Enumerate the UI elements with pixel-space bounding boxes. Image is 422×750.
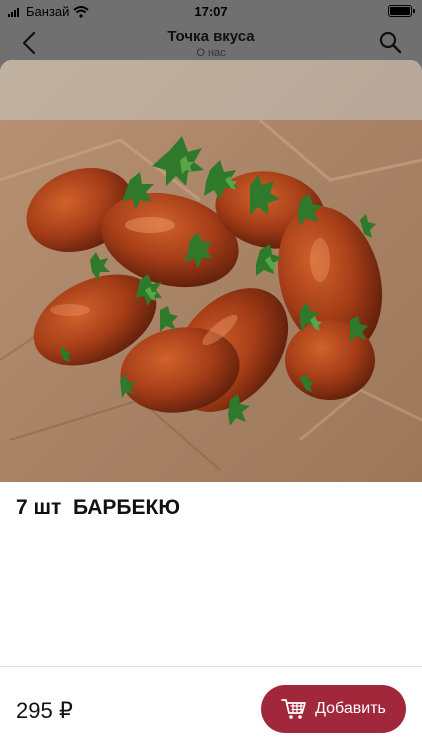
product-sheet: 7 шт БАРБЕКЮ 295 ₽ Добавить: [0, 60, 422, 750]
cart-icon: [281, 699, 307, 719]
add-button-label: Добавить: [315, 700, 386, 717]
product-name: 7 шт БАРБЕКЮ: [16, 496, 181, 519]
nav-bar: Точка вкуса О нас: [0, 22, 422, 62]
clock: 17:07: [194, 4, 228, 19]
screen: Банзай 17:07 Точка вкуса О нас 7 шт БАРБ…: [0, 0, 422, 750]
add-to-cart-button[interactable]: Добавить: [261, 685, 406, 733]
product-price: 295 ₽: [16, 698, 73, 723]
battery-icon: [388, 5, 415, 17]
status-bar: Банзай 17:07: [0, 0, 422, 22]
page-subtitle[interactable]: О нас: [0, 47, 422, 59]
product-photo: [0, 60, 422, 482]
search-icon[interactable]: [378, 30, 402, 54]
page-title: Точка вкуса: [167, 28, 255, 45]
bottom-bar-divider: [0, 666, 422, 667]
